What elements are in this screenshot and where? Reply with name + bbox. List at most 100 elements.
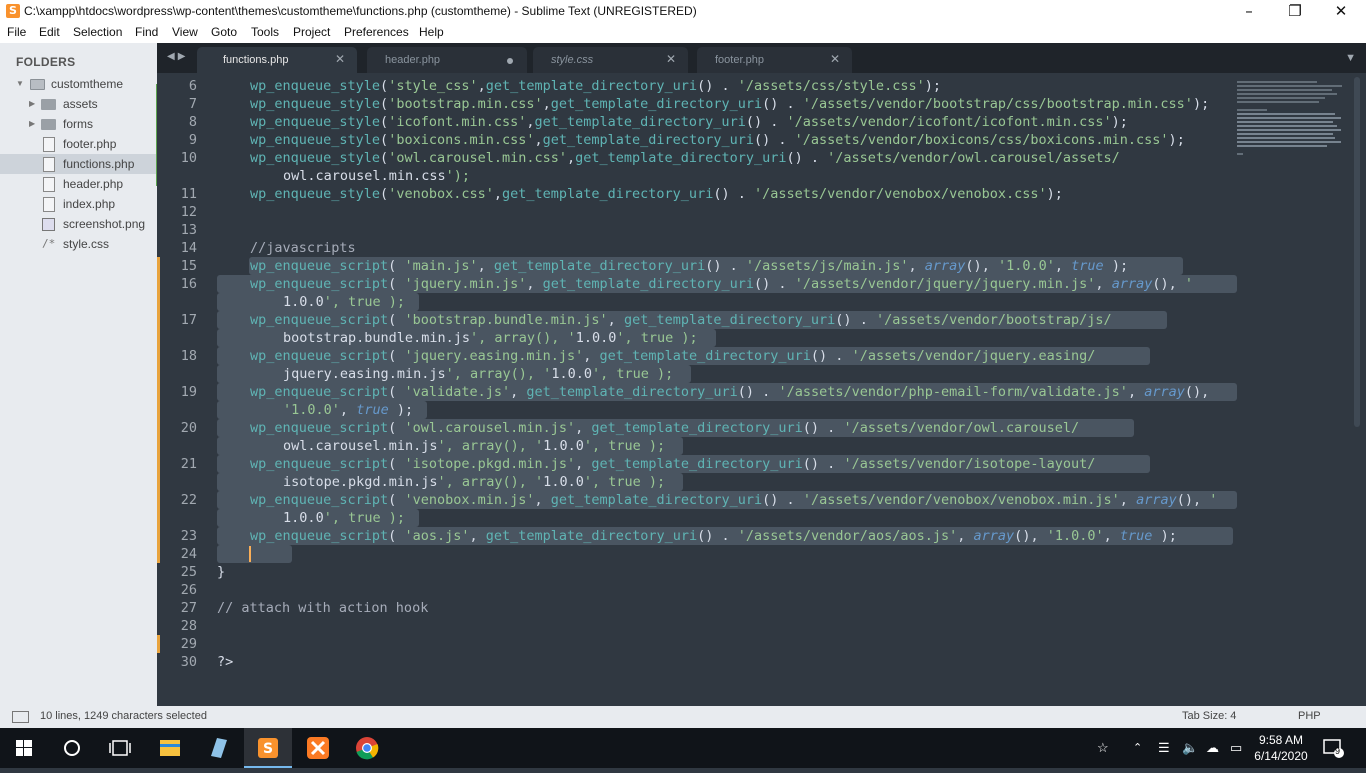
syntax-selector[interactable]: PHP — [1298, 710, 1321, 722]
collapsed-arrow-icon[interactable]: ▶ — [29, 99, 35, 108]
expanded-arrow-icon[interactable]: ▼ — [16, 79, 24, 88]
task-view-button[interactable] — [96, 728, 144, 768]
code-line[interactable]: wp_enqueue_style('icofont.min.css',get_t… — [250, 114, 1128, 130]
vertical-scrollbar[interactable] — [1354, 77, 1360, 427]
code-line-wrap[interactable]: owl.carousel.min.css'); — [283, 168, 470, 184]
menu-find[interactable]: Find — [135, 25, 158, 39]
code-line[interactable]: wp_enqueue_script( 'jquery.easing.min.js… — [250, 348, 1095, 364]
menu-preferences[interactable]: Preferences — [344, 25, 409, 39]
code-line[interactable]: wp_enqueue_script( 'validate.js', get_te… — [250, 384, 1209, 400]
close-icon[interactable]: ✕ — [666, 52, 676, 66]
code-line-wrap[interactable]: bootstrap.bundle.min.js', array(), '1.0.… — [283, 330, 698, 346]
code-line[interactable]: wp_enqueue_style('owl.carousel.min.css',… — [250, 150, 1120, 166]
windows-logo-icon — [16, 740, 32, 756]
minimize-button[interactable]: – — [1226, 0, 1272, 23]
code-line[interactable]: ?> — [217, 654, 233, 670]
search-button[interactable] — [48, 728, 96, 768]
file-explorer-button[interactable] — [146, 728, 194, 768]
tab-menu-dropdown-icon[interactable]: ▼ — [1345, 52, 1356, 64]
tree-item-header[interactable]: header.php — [0, 174, 157, 194]
code-line[interactable]: wp_enqueue_script( 'main.js', get_templa… — [250, 258, 1128, 274]
menu-project[interactable]: Project — [293, 25, 330, 39]
code-line[interactable]: wp_enqueue_script( 'isotope.pkgd.min.js'… — [250, 456, 1095, 472]
minimap[interactable] — [1237, 77, 1352, 157]
tree-item-index[interactable]: index.php — [0, 194, 157, 214]
code-line[interactable]: //javascripts — [250, 240, 356, 256]
code-line[interactable]: // attach with action hook — [217, 600, 428, 616]
unsaved-dot-icon[interactable] — [507, 58, 513, 64]
battery-icon[interactable]: ▭ — [1230, 740, 1242, 756]
start-button[interactable] — [0, 728, 48, 768]
tree-item-assets[interactable]: ▶ assets — [0, 94, 157, 114]
volume-icon[interactable]: 🔈 — [1182, 740, 1198, 756]
menu-goto[interactable]: Goto — [211, 25, 237, 39]
line-number: 20 — [180, 420, 197, 436]
close-button[interactable]: ✕ — [1318, 0, 1364, 23]
tree-item-functions[interactable]: functions.php — [0, 154, 157, 174]
tab-size-selector[interactable]: Tab Size: 4 — [1182, 710, 1236, 722]
window-title: C:\xampp\htdocs\wordpress\wp-content\the… — [24, 4, 697, 18]
sublime-taskbar-button[interactable]: S — [244, 728, 292, 768]
tree-item-label: header.php — [63, 177, 124, 191]
panel-toggle-icon[interactable] — [12, 711, 29, 723]
xampp-button[interactable] — [294, 728, 342, 768]
tree-item-style[interactable]: /* style.css — [0, 234, 157, 254]
code-line-wrap[interactable]: jquery.easing.min.js', array(), '1.0.0',… — [283, 366, 673, 382]
code-line-wrap[interactable]: '1.0.0', true ); — [283, 402, 413, 418]
menu-tools[interactable]: Tools — [251, 25, 279, 39]
notepad-button[interactable] — [195, 728, 243, 768]
chrome-button[interactable] — [343, 728, 391, 768]
system-clock[interactable]: 9:58 AM 6/14/2020 — [1246, 732, 1316, 764]
code-line[interactable]: wp_enqueue_script( 'bootstrap.bundle.min… — [250, 312, 1112, 328]
menu-help[interactable]: Help — [419, 25, 444, 39]
tree-item-forms[interactable]: ▶ forms — [0, 114, 157, 134]
collapsed-arrow-icon[interactable]: ▶ — [29, 119, 35, 128]
tab-label: functions.php — [223, 54, 289, 66]
folder-icon — [41, 97, 56, 110]
code-line-wrap[interactable]: 1.0.0', true ); — [283, 510, 405, 526]
code-line[interactable]: } — [217, 564, 225, 580]
tree-item-footer[interactable]: footer.php — [0, 134, 157, 154]
show-hidden-icons-icon[interactable]: ⌃ — [1133, 741, 1142, 754]
code-line[interactable]: wp_enqueue_script( 'aos.js', get_templat… — [250, 528, 1177, 544]
close-icon[interactable]: ✕ — [830, 52, 840, 66]
code-line-wrap[interactable]: owl.carousel.min.js', array(), '1.0.0', … — [283, 438, 665, 454]
line-number: 6 — [188, 78, 197, 94]
tree-root-folder[interactable]: ▼ customtheme — [0, 74, 157, 94]
code-line[interactable]: wp_enqueue_script( 'jquery.min.js', get_… — [250, 276, 1193, 292]
action-center-button[interactable]: 9 — [1320, 738, 1346, 758]
wifi-icon[interactable]: ☰ — [1158, 740, 1170, 756]
tab-footer[interactable]: footer.php ✕ — [697, 47, 852, 73]
tab-label: header.php — [385, 54, 441, 66]
people-icon[interactable]: ☆ — [1097, 740, 1109, 756]
tab-functions[interactable]: functions.php ✕ — [197, 47, 357, 73]
tab-nav-arrows-icon[interactable]: ◀▶ — [167, 51, 188, 62]
tab-header[interactable]: header.php — [367, 47, 527, 73]
code-line[interactable]: wp_enqueue_script( 'venobox.min.js', get… — [250, 492, 1217, 508]
tree-item-label: footer.php — [63, 137, 117, 151]
code-line[interactable]: wp_enqueue_style('bootstrap.min.css',get… — [250, 96, 1209, 112]
line-number: 10 — [180, 150, 197, 166]
line-number: 22 — [180, 492, 197, 508]
menu-selection[interactable]: Selection — [73, 25, 122, 39]
code-line[interactable]: wp_enqueue_style('boxicons.min.css',get_… — [250, 132, 1185, 148]
code-editor[interactable]: 6 wp_enqueue_style('style_css',get_templa… — [157, 73, 1366, 706]
restore-button[interactable]: ❐ — [1272, 0, 1318, 23]
tree-item-screenshot[interactable]: screenshot.png — [0, 214, 157, 234]
menu-view[interactable]: View — [172, 25, 198, 39]
code-line[interactable]: wp_enqueue_style('style_css',get_templat… — [250, 78, 941, 94]
line-number: 17 — [180, 312, 197, 328]
tree-item-label: style.css — [63, 237, 110, 251]
xampp-icon — [307, 737, 329, 759]
code-line-wrap[interactable]: 1.0.0', true ); — [283, 294, 405, 310]
code-line[interactable]: wp_enqueue_script( 'owl.carousel.min.js'… — [250, 420, 1079, 436]
onedrive-cloud-icon[interactable]: ☁ — [1206, 740, 1219, 756]
code-line-wrap[interactable]: isotope.pkgd.min.js', array(), '1.0.0', … — [283, 474, 665, 490]
close-icon[interactable]: ✕ — [335, 52, 345, 66]
menu-edit[interactable]: Edit — [39, 25, 60, 39]
clock-date: 6/14/2020 — [1254, 749, 1308, 763]
tab-style[interactable]: style.css ✕ — [533, 47, 688, 73]
code-line[interactable]: wp_enqueue_style('venobox.css',get_templ… — [250, 186, 1063, 202]
file-explorer-icon — [160, 740, 180, 756]
menu-file[interactable]: File — [7, 25, 26, 39]
